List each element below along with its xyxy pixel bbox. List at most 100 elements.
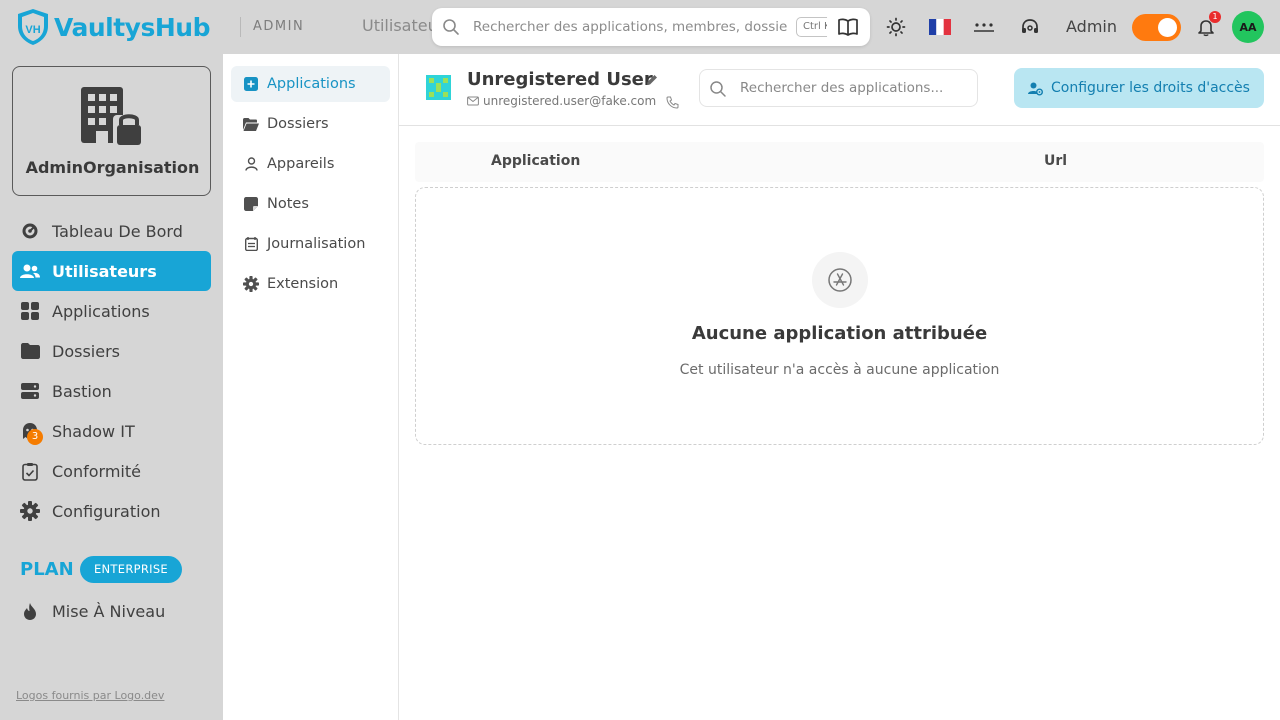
- sidebar-item-label: Utilisateurs: [52, 261, 157, 281]
- configure-access-button[interactable]: Configurer les droits d'accès: [1014, 68, 1264, 108]
- gear-icon: [243, 276, 259, 292]
- app-store-icon: [828, 268, 852, 292]
- clipboard-check-icon: [20, 461, 40, 481]
- shadow-it-badge: 3: [27, 429, 43, 445]
- dashboard-icon: [20, 221, 40, 241]
- server-icon: [20, 381, 40, 401]
- pencil-icon[interactable]: [644, 72, 660, 88]
- sidebar-item-label: Dossiers: [52, 341, 120, 361]
- shield-logo-icon: VH: [18, 9, 48, 45]
- sidebar-item-label: Tableau De Bord: [52, 221, 183, 241]
- brand-name: VaultysHub: [54, 12, 210, 42]
- sidebar-item-label: Conformité: [52, 461, 141, 481]
- notification-badge: 1: [1209, 11, 1221, 23]
- search-icon: [710, 81, 726, 97]
- svg-text:VH: VH: [25, 24, 40, 36]
- global-search[interactable]: Ctrl K: [432, 8, 870, 46]
- sidebar-item-bastion[interactable]: Bastion: [12, 371, 211, 411]
- logos-credit-link[interactable]: Logos fournis par Logo.dev: [16, 689, 164, 702]
- plan-label: PLAN: [20, 559, 74, 580]
- flame-icon: [20, 601, 40, 621]
- toggle-knob: [1158, 18, 1177, 37]
- support-button[interactable]: [1018, 15, 1042, 39]
- sidebar-item-configuration[interactable]: Configuration: [12, 491, 211, 531]
- main-content: Unregistered User unregistered.user@fake…: [399, 54, 1280, 720]
- plan-badge[interactable]: ENTERPRISE: [80, 556, 182, 583]
- tab-folders[interactable]: Dossiers: [231, 106, 390, 142]
- gear-icon: [20, 501, 40, 521]
- tab-applications[interactable]: Applications: [231, 66, 390, 102]
- book-icon: [837, 18, 858, 36]
- user-identicon: [426, 75, 451, 100]
- docs-button[interactable]: [827, 10, 868, 44]
- sidebar-item-label: Configuration: [52, 501, 161, 521]
- app-square-icon: [243, 76, 259, 92]
- mode-label: ADMIN: [253, 19, 305, 34]
- sidebar-item-applications[interactable]: Applications: [12, 291, 211, 331]
- top-bar: VH VaultysHub ADMIN Utilisateurs Ctrl K …: [0, 0, 1280, 54]
- theme-toggle-button[interactable]: [884, 15, 908, 39]
- tab-extension[interactable]: Extension: [231, 266, 390, 302]
- password-icon: [974, 23, 994, 32]
- sidebar-item-label: Applications: [52, 301, 150, 321]
- mode-toggle[interactable]: [1132, 14, 1181, 41]
- brand-logo[interactable]: VH VaultysHub: [16, 8, 210, 46]
- sidebar-item-label: Bastion: [52, 381, 112, 401]
- building-lock-icon: [81, 87, 145, 147]
- global-search-input[interactable]: [473, 8, 788, 46]
- empty-state-title: Aucune application attribuée: [691, 323, 988, 344]
- grid-icon: [20, 301, 40, 321]
- person-icon: [243, 156, 259, 172]
- user-subnav: Applications Dossiers Appareils Notes Jo…: [223, 54, 399, 720]
- tab-label: Dossiers: [267, 116, 329, 132]
- column-url[interactable]: Url: [1044, 153, 1067, 169]
- tab-devices[interactable]: Appareils: [231, 146, 390, 182]
- sidebar: AdminOrganisation Tableau De Bord Utilis…: [0, 54, 223, 720]
- language-button[interactable]: [928, 15, 952, 39]
- tab-label: Journalisation: [267, 236, 366, 252]
- app-search[interactable]: [699, 69, 978, 107]
- tab-logging[interactable]: Journalisation: [231, 226, 390, 262]
- empty-state-icon-wrap: [812, 252, 868, 308]
- organization-name: AdminOrganisation: [25, 158, 200, 177]
- sidebar-item-compliance[interactable]: Conformité: [12, 451, 211, 491]
- phone-icon[interactable]: [666, 96, 679, 109]
- search-icon: [443, 19, 459, 35]
- empty-state-subtitle: Cet utilisateur n'a accès à aucune appli…: [679, 362, 1000, 378]
- app-search-input[interactable]: [740, 70, 970, 106]
- password-generator-button[interactable]: [972, 15, 996, 39]
- tab-label: Applications: [267, 76, 356, 92]
- current-user-name: Admin: [1066, 17, 1117, 36]
- user-email-row: unregistered.user@fake.com: [467, 94, 656, 108]
- sidebar-item-users[interactable]: Utilisateurs: [12, 251, 211, 291]
- empty-state: Aucune application attribuée Cet utilisa…: [415, 187, 1264, 445]
- users-icon: [20, 261, 40, 281]
- sun-icon: [886, 17, 906, 37]
- user-name: Unregistered User: [467, 69, 653, 90]
- table-header: Application Url: [415, 142, 1264, 182]
- avatar[interactable]: AA: [1232, 11, 1264, 43]
- configure-access-label: Configurer les droits d'accès: [1051, 80, 1250, 96]
- tab-label: Extension: [267, 276, 339, 292]
- note-icon: [243, 196, 259, 212]
- sidebar-item-label: Shadow IT: [52, 421, 135, 441]
- sidebar-item-dashboard[interactable]: Tableau De Bord: [12, 211, 211, 251]
- folder-icon: [20, 341, 40, 361]
- sidebar-item-shadow-it[interactable]: 3 Shadow IT: [12, 411, 211, 451]
- divider: [240, 17, 241, 37]
- user-gear-icon: [1028, 82, 1044, 95]
- folder-open-icon: [243, 116, 259, 132]
- tab-label: Notes: [267, 196, 309, 212]
- sidebar-item-label: Mise À Niveau: [52, 601, 166, 621]
- organization-card[interactable]: AdminOrganisation: [12, 66, 211, 196]
- ghost-icon: 3: [20, 421, 43, 445]
- column-application[interactable]: Application: [491, 153, 580, 169]
- sidebar-item-folders[interactable]: Dossiers: [12, 331, 211, 371]
- mail-icon: [467, 96, 479, 106]
- user-email: unregistered.user@fake.com: [483, 94, 657, 108]
- tab-label: Appareils: [267, 156, 335, 172]
- sidebar-item-upgrade[interactable]: Mise À Niveau: [12, 591, 211, 631]
- tab-notes[interactable]: Notes: [231, 186, 390, 222]
- user-header: Unregistered User unregistered.user@fake…: [399, 54, 1280, 126]
- log-icon: [243, 236, 259, 252]
